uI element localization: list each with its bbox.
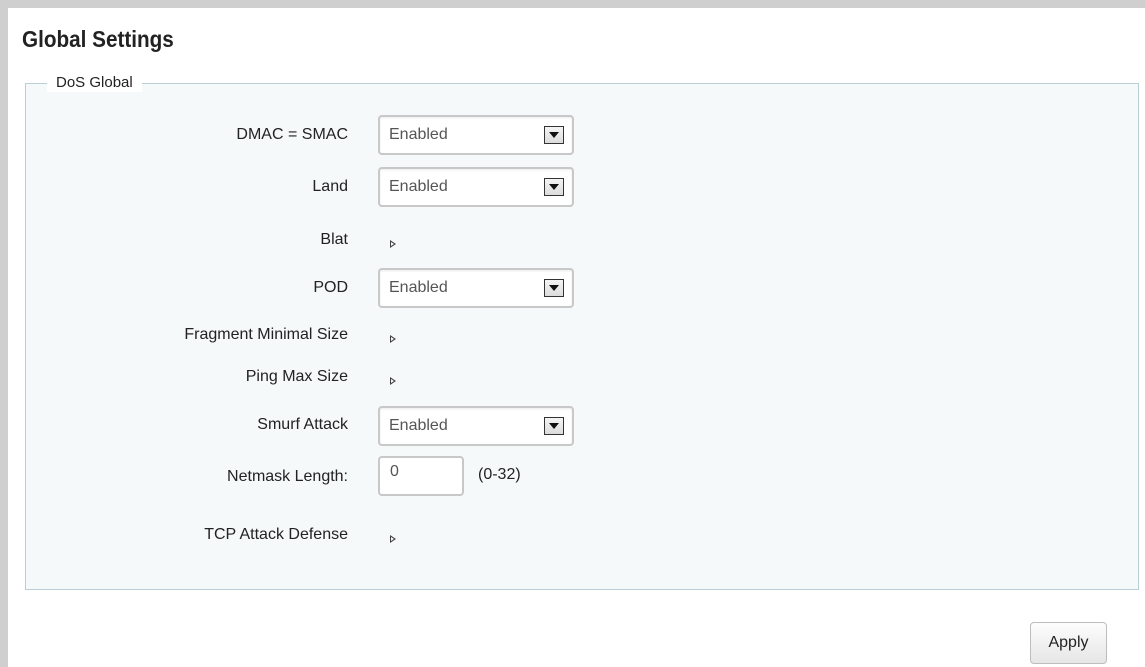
- row-smurf-attack: Smurf Attack Enabled: [26, 398, 1138, 446]
- chevron-down-icon[interactable]: [544, 417, 564, 435]
- triangle-right-icon[interactable]: [390, 335, 396, 343]
- apply-button[interactable]: Apply: [1030, 622, 1107, 664]
- blat-label: Blat: [320, 231, 348, 248]
- netmask-length-label: Netmask Length:: [227, 468, 348, 485]
- chevron-down-icon[interactable]: [544, 126, 564, 144]
- row-tcp-attack-defense: TCP Attack Defense: [26, 520, 1138, 560]
- pod-label: POD: [313, 279, 348, 296]
- chevron-down-icon[interactable]: [544, 279, 564, 297]
- row-pod: POD Enabled: [26, 261, 1138, 308]
- land-value: Enabled: [389, 178, 448, 195]
- dmac-smac-value: Enabled: [389, 126, 448, 143]
- smurf-attack-label: Smurf Attack: [257, 416, 348, 433]
- global-settings-page: Global Settings DoS Global DMAC = SMAC E…: [0, 0, 1145, 667]
- dmac-smac-select[interactable]: Enabled: [378, 115, 574, 155]
- netmask-length-input[interactable]: [378, 456, 464, 496]
- row-ping-max-size: Ping Max Size: [26, 363, 1138, 403]
- tcp-attack-defense-label: TCP Attack Defense: [204, 526, 348, 543]
- chevron-down-icon[interactable]: [544, 178, 564, 196]
- row-dmac-smac: DMAC = SMAC Enabled: [26, 115, 1138, 155]
- page-title: Global Settings: [22, 26, 174, 52]
- netmask-length-range: (0-32): [478, 466, 521, 483]
- land-select[interactable]: Enabled: [378, 167, 574, 207]
- ping-max-size-label: Ping Max Size: [245, 368, 348, 385]
- land-label: Land: [312, 178, 348, 195]
- row-fragment-minimal-size: Fragment Minimal Size: [26, 319, 1138, 359]
- smurf-attack-value: Enabled: [389, 417, 448, 434]
- row-netmask-length: Netmask Length: (0-32): [26, 452, 1138, 496]
- row-blat: Blat: [26, 225, 1138, 265]
- pod-select[interactable]: Enabled: [378, 268, 574, 308]
- pod-value: Enabled: [389, 279, 448, 296]
- smurf-attack-select[interactable]: Enabled: [378, 406, 574, 446]
- triangle-right-icon[interactable]: [390, 240, 396, 248]
- triangle-right-icon[interactable]: [390, 377, 396, 385]
- row-land: Land Enabled: [26, 167, 1138, 207]
- triangle-right-icon[interactable]: [390, 535, 396, 543]
- fragment-minimal-size-label: Fragment Minimal Size: [184, 326, 348, 343]
- dos-global-legend: DoS Global: [47, 74, 142, 92]
- dos-global-fieldset: DoS Global DMAC = SMAC Enabled Land Enab…: [25, 74, 1139, 590]
- dmac-smac-label: DMAC = SMAC: [236, 126, 348, 143]
